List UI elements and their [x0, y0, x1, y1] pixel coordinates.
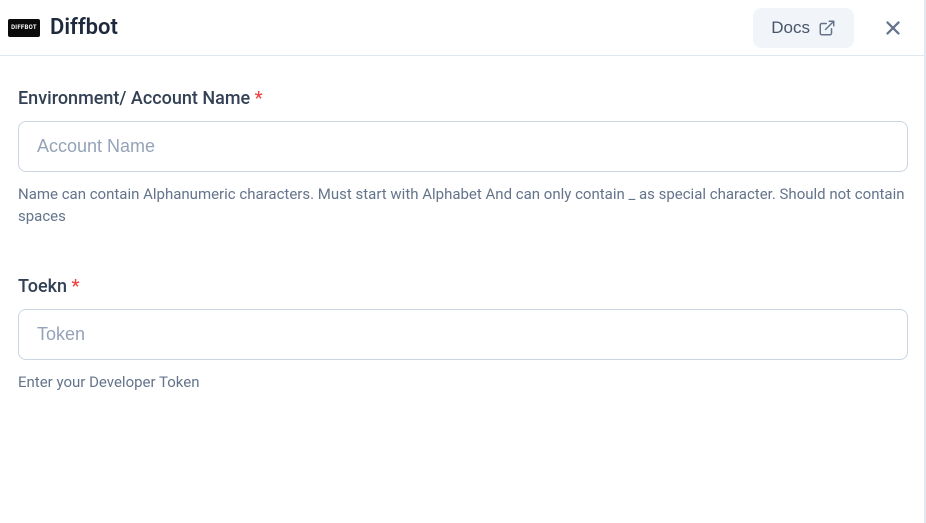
external-link-icon — [818, 19, 836, 37]
logo-text: DIFFBOT — [11, 24, 37, 31]
required-mark: * — [255, 88, 263, 109]
account-name-label-text: Environment/ Account Name — [18, 88, 250, 109]
account-name-help: Name can contain Alphanumeric characters… — [18, 184, 908, 228]
token-label-text: Toekn — [18, 276, 67, 297]
docs-button-label: Docs — [771, 18, 810, 38]
account-name-group: Environment/ Account Name * Name can con… — [18, 88, 908, 228]
header-right: Docs — [753, 8, 908, 48]
diffbot-logo: DIFFBOT — [8, 19, 40, 37]
close-button[interactable] — [878, 13, 908, 43]
token-input[interactable] — [18, 309, 908, 360]
header-left: DIFFBOT Diffbot — [8, 15, 118, 40]
account-name-label: Environment/ Account Name * — [18, 88, 908, 109]
docs-button[interactable]: Docs — [753, 8, 854, 48]
account-name-input[interactable] — [18, 121, 908, 172]
form-container: Environment/ Account Name * Name can con… — [0, 56, 926, 459]
token-label: Toekn * — [18, 276, 908, 297]
token-help: Enter your Developer Token — [18, 372, 908, 394]
page-title: Diffbot — [50, 15, 118, 40]
close-icon — [882, 17, 904, 39]
dialog-header: DIFFBOT Diffbot Docs — [0, 0, 926, 56]
token-group: Toekn * Enter your Developer Token — [18, 276, 908, 394]
required-mark: * — [72, 276, 80, 297]
